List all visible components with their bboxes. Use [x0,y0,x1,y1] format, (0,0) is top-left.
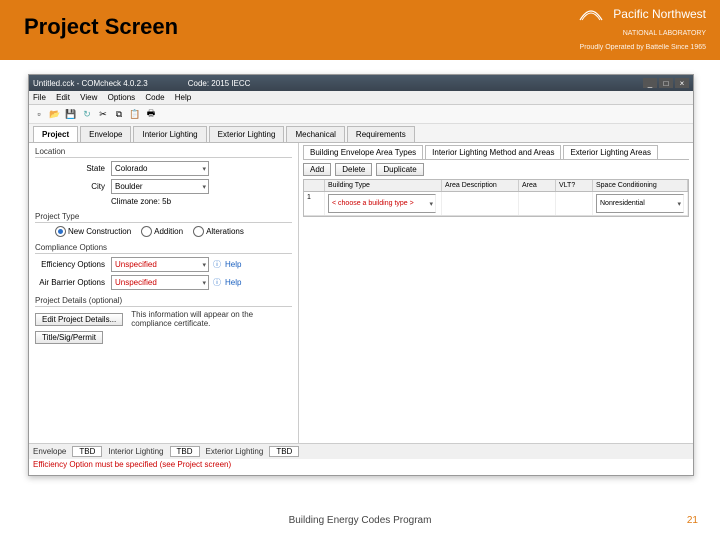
envelope-status: TBD [72,446,102,457]
pnnl-logo-icon [578,6,604,24]
slide-footer: Building Energy Codes Program [0,515,720,526]
edit-project-details-button[interactable]: Edit Project Details... [35,313,123,326]
left-panel: Location State Colorado City Boulder Cli… [29,143,299,443]
building-type-select[interactable]: < choose a building type > [328,194,436,213]
save-icon[interactable]: 💾 [65,108,77,120]
exterior-status: TBD [269,446,299,457]
table-row[interactable]: 1 < choose a building type > Nonresident… [304,192,688,216]
print-icon[interactable]: 🖶 [145,108,157,120]
radio-new-construction[interactable] [55,226,66,237]
page-number: 21 [687,515,698,526]
section-location: Location [35,147,292,158]
tab-envelope[interactable]: Envelope [80,126,131,142]
maximize-button[interactable]: □ [659,78,673,88]
air-barrier-select[interactable]: Unspecified [111,275,209,290]
climate-zone: Climate zone: 5b [111,197,171,206]
subtab-interior-lighting-areas[interactable]: Interior Lighting Method and Areas [425,145,561,159]
efficiency-label: Efficiency Options [35,260,105,269]
radio-alterations[interactable] [193,226,204,237]
info-icon[interactable]: ⓘ [213,277,221,288]
efficiency-select[interactable]: Unspecified [111,257,209,272]
menubar: File Edit View Options Code Help [29,91,693,105]
org-sub: NATIONAL LABORATORY [623,30,706,37]
duplicate-button[interactable]: Duplicate [376,163,423,176]
air-barrier-label: Air Barrier Options [35,278,105,287]
section-project-type: Project Type [35,212,292,223]
info-icon[interactable]: ⓘ [213,259,221,270]
menu-help[interactable]: Help [175,93,191,102]
paste-icon[interactable]: 📋 [129,108,141,120]
area-actions: Add Delete Duplicate [303,160,689,179]
org-tagline: Proudly Operated by Battelle Since 1965 [580,44,706,51]
new-icon[interactable]: ▫ [33,108,45,120]
conditioning-select[interactable]: Nonresidential [596,194,684,213]
copy-icon[interactable]: ⧉ [113,108,125,120]
help-link-efficiency[interactable]: Help [225,260,241,269]
right-panel: Building Envelope Area Types Interior Li… [299,143,693,443]
app-window: Untitled.cck - COMcheck 4.0.2.3 Code: 20… [28,74,694,476]
help-link-air[interactable]: Help [225,278,241,287]
details-note: This information will appear on the comp… [131,310,292,328]
state-select[interactable]: Colorado [111,161,209,176]
grid-header: Building Type Area Description Area VLT?… [304,180,688,192]
subtab-envelope-areas[interactable]: Building Envelope Area Types [303,145,423,159]
menu-file[interactable]: File [33,93,46,102]
org-name: Pacific Northwest [613,7,706,21]
toolbar: ▫ 📂 💾 ↻ ✂ ⧉ 📋 🖶 [29,105,693,124]
title-sig-permit-button[interactable]: Title/Sig/Permit [35,331,103,344]
interior-status: TBD [170,446,200,457]
area-subtabs: Building Envelope Area Types Interior Li… [303,145,689,160]
section-compliance: Compliance Options [35,243,292,254]
open-icon[interactable]: 📂 [49,108,61,120]
tab-exterior-lighting[interactable]: Exterior Lighting [209,126,285,142]
tab-project[interactable]: Project [33,126,78,142]
minimize-button[interactable]: _ [643,78,657,88]
add-button[interactable]: Add [303,163,331,176]
menu-view[interactable]: View [80,93,97,102]
menu-options[interactable]: Options [108,93,136,102]
window-title: Untitled.cck - COMcheck 4.0.2.3 [33,79,148,88]
delete-button[interactable]: Delete [335,163,372,176]
slide-title: Project Screen [24,14,178,40]
refresh-icon[interactable]: ↻ [81,108,93,120]
error-message: Efficiency Option must be specified (see… [29,459,693,470]
main-tabs: Project Envelope Interior Lighting Exter… [29,124,693,143]
tab-requirements[interactable]: Requirements [347,126,415,142]
status-bar: Envelope TBD Interior Lighting TBD Exter… [29,443,693,459]
code-label: Code: 2015 IECC [188,79,251,88]
section-details: Project Details (optional) [35,296,292,307]
titlebar: Untitled.cck - COMcheck 4.0.2.3 Code: 20… [29,75,693,91]
radio-addition[interactable] [141,226,152,237]
tab-mechanical[interactable]: Mechanical [286,126,344,142]
state-label: State [35,164,105,173]
tab-interior-lighting[interactable]: Interior Lighting [133,126,206,142]
menu-code[interactable]: Code [145,93,164,102]
area-grid: Building Type Area Description Area VLT?… [303,179,689,217]
slide-org: Pacific Northwest NATIONAL LABORATORY Pr… [578,6,706,52]
menu-edit[interactable]: Edit [56,93,70,102]
subtab-exterior-lighting-areas[interactable]: Exterior Lighting Areas [563,145,658,159]
cut-icon[interactable]: ✂ [97,108,109,120]
city-select[interactable]: Boulder [111,179,209,194]
close-button[interactable]: × [675,78,689,88]
city-label: City [35,182,105,191]
slide-banner: Project Screen Pacific Northwest NATIONA… [0,0,720,60]
